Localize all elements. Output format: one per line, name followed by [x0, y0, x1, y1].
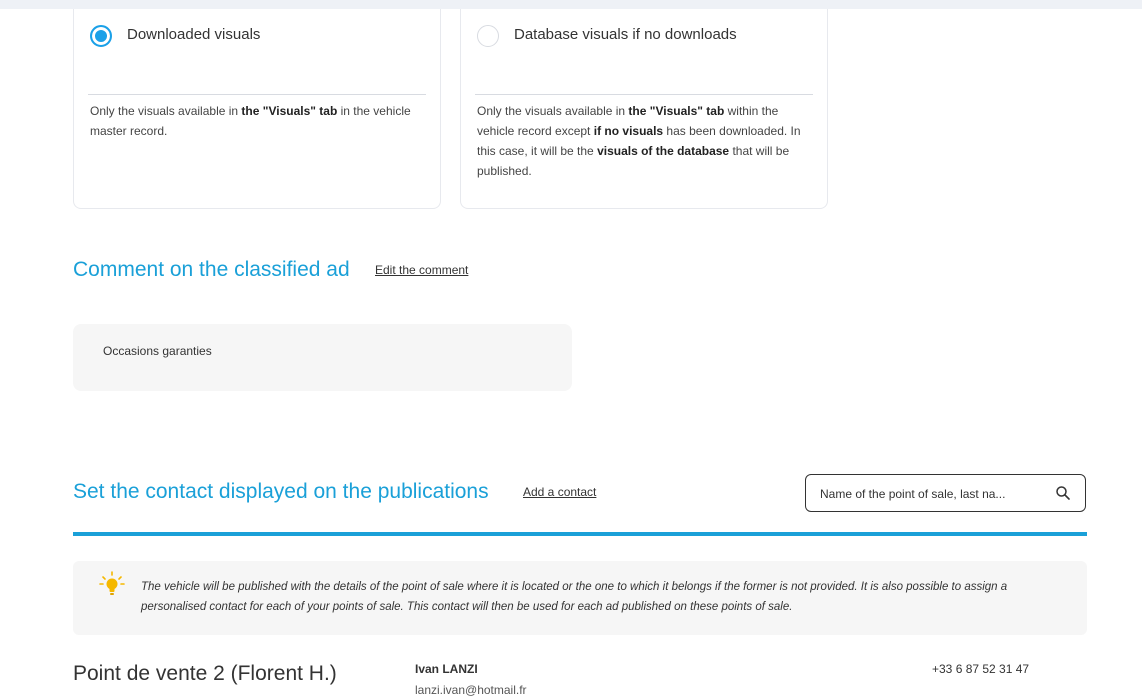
option-description: Only the visuals available in the "Visua…: [477, 104, 801, 178]
contact-search-input[interactable]: [818, 483, 1047, 505]
contact-phone: +33 6 87 52 31 47: [932, 662, 1030, 676]
visuals-option-card-downloaded[interactable]: Downloaded visuals Only the visuals avai…: [73, 9, 441, 209]
info-text: The vehicle will be published with the d…: [141, 581, 1008, 613]
add-contact-link[interactable]: Add a contact: [523, 485, 596, 499]
contact-search-box[interactable]: [805, 474, 1086, 512]
comment-text: Occasions garanties: [103, 344, 212, 358]
option-label: Downloaded visuals: [127, 26, 261, 43]
card-divider: [88, 94, 426, 95]
radio-downloaded-visuals[interactable]: [90, 25, 112, 47]
option-label: Database visuals if no downloads: [514, 26, 737, 43]
card-divider: [475, 94, 813, 95]
point-of-sale-name: Point de vente 2 (Florent H.): [73, 662, 337, 685]
edit-comment-link[interactable]: Edit the comment: [375, 263, 468, 277]
contact-name: Ivan LANZI: [415, 662, 478, 676]
search-icon[interactable]: [1055, 485, 1071, 501]
visuals-option-card-database[interactable]: Database visuals if no downloads Only th…: [460, 9, 828, 209]
contact-section-title: Set the contact displayed on the publica…: [73, 480, 489, 503]
comment-section-title: Comment on the classified ad: [73, 258, 350, 281]
radio-database-visuals[interactable]: [477, 25, 499, 47]
section-divider-bar: [73, 532, 1087, 536]
top-strip: [0, 0, 1142, 9]
option-description: Only the visuals available in the "Visua…: [90, 104, 411, 138]
contact-email: lanzi.ivan@hotmail.fr: [415, 683, 527, 697]
comment-box: Occasions garanties: [73, 324, 572, 391]
lightbulb-icon: [99, 571, 125, 595]
info-notice: The vehicle will be published with the d…: [73, 561, 1087, 635]
